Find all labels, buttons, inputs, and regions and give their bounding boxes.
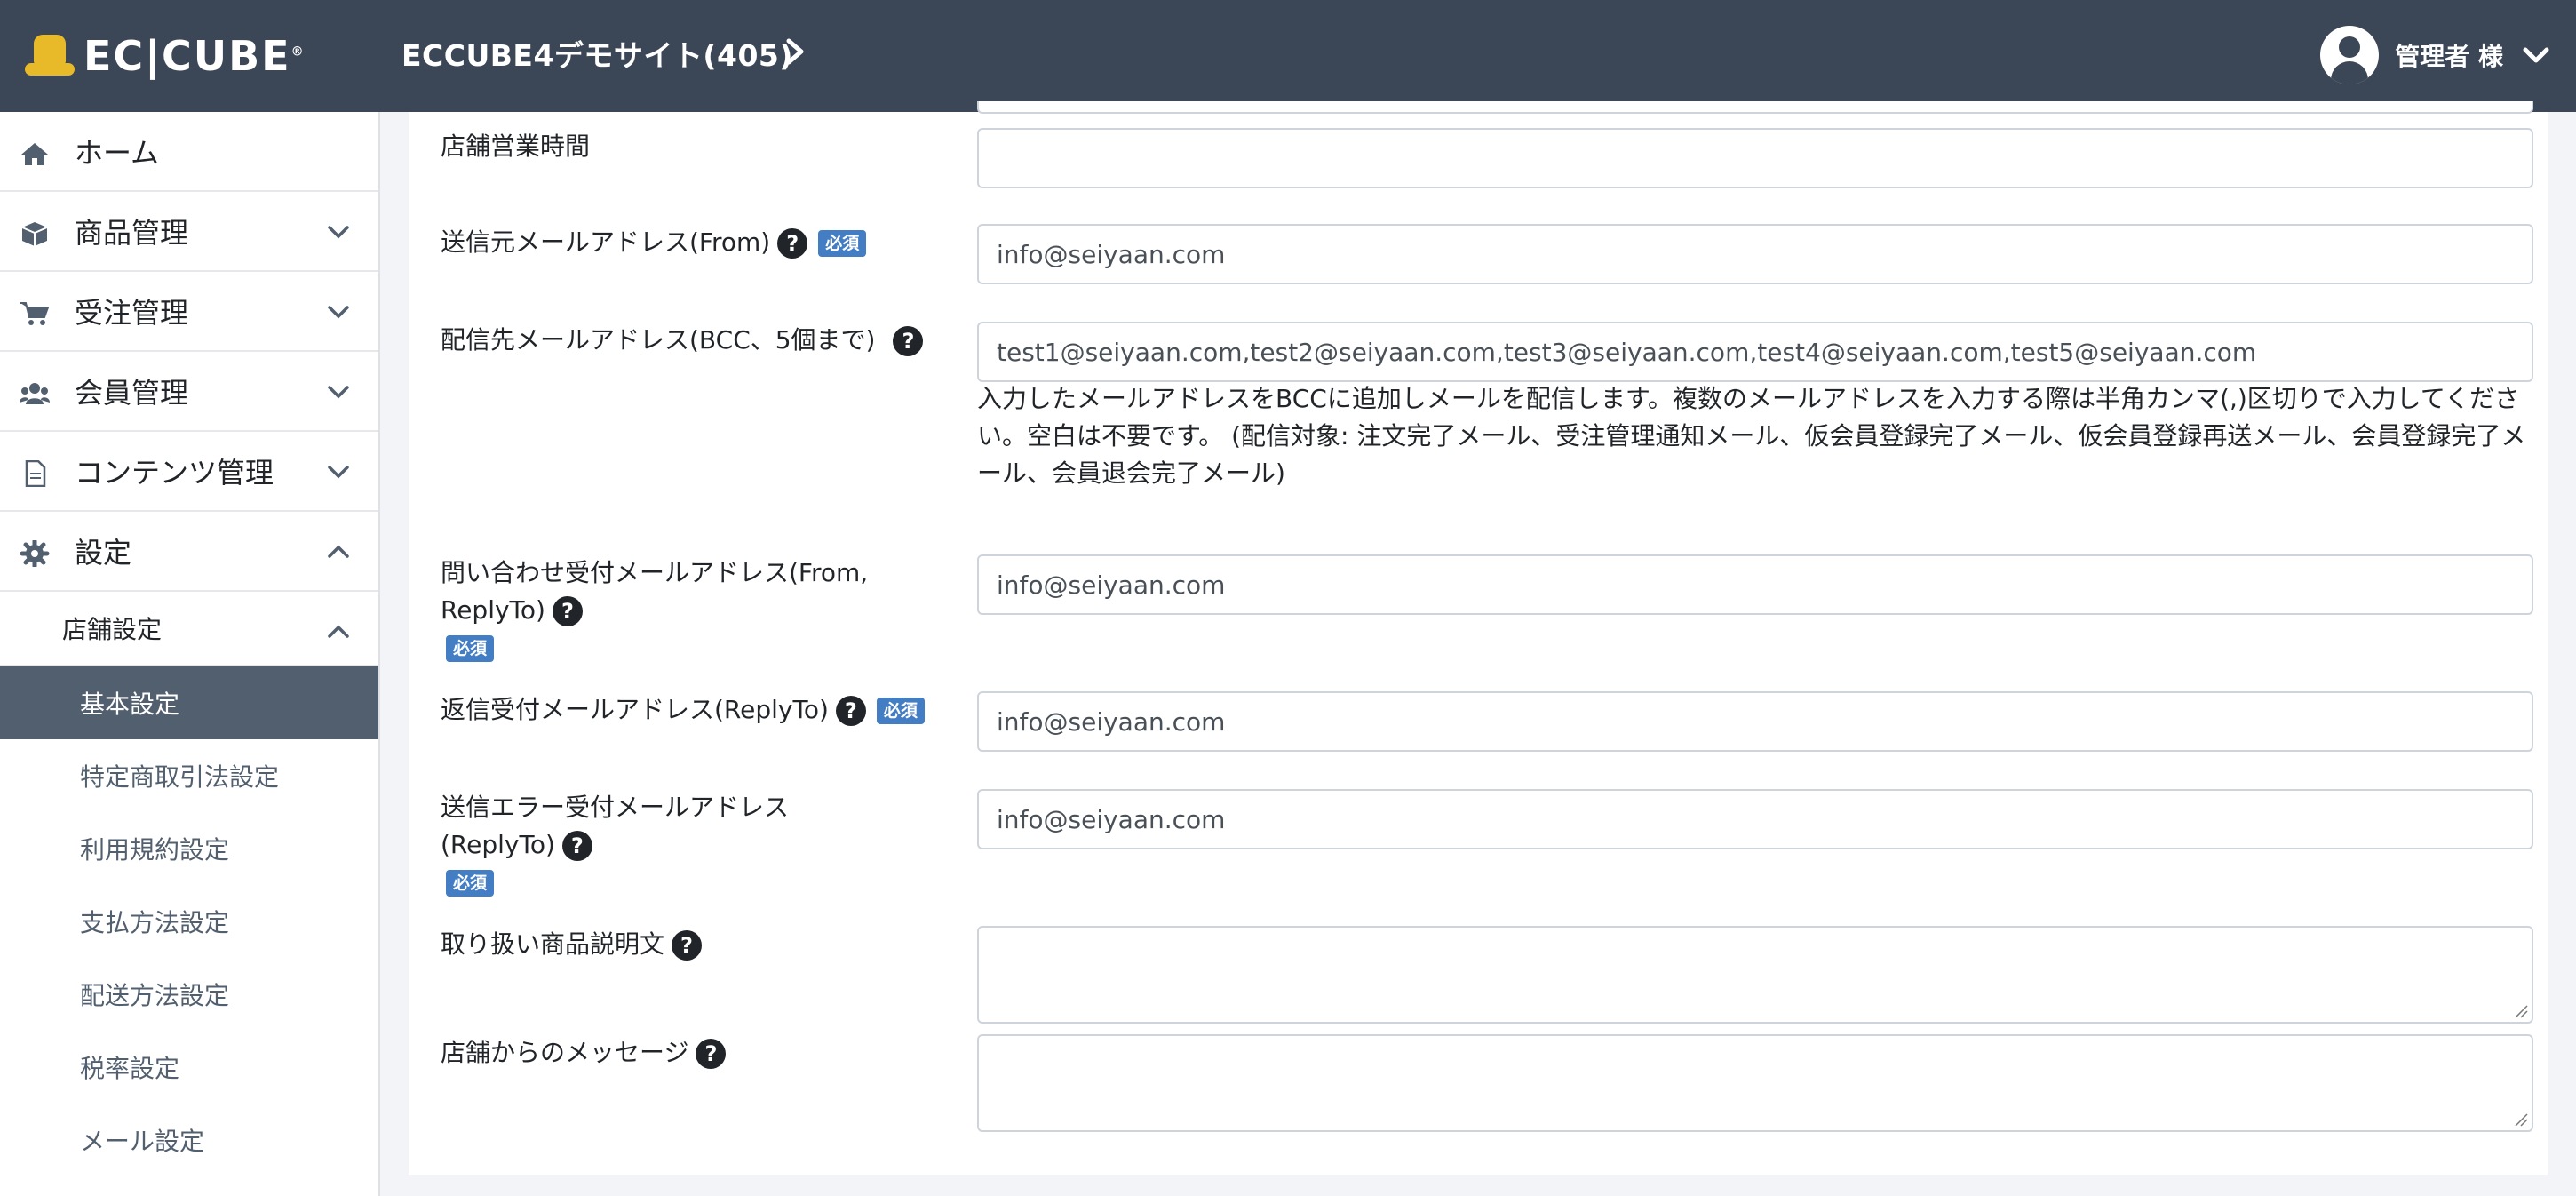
bcc-input[interactable] [977,322,2533,382]
box-icon [21,222,48,246]
sidebar-leaf-delivery[interactable]: 配送方法設定 [0,958,378,1031]
sidebar-sub-shop-settings[interactable]: 店舗設定 [0,592,378,666]
resize-grip-icon[interactable] [2512,1111,2528,1127]
email-from-input[interactable] [977,224,2533,284]
eccube-logo[interactable]: EC|CUBE ® [25,30,306,82]
sidebar-sub-label: 店舗設定 [62,615,163,644]
chevron-down-icon [328,386,349,399]
inquiry-input[interactable] [977,554,2533,615]
help-icon[interactable]: ? [561,831,592,861]
reply-to-label: 返信受付メールアドレス(ReplyTo)? 必須 [441,691,925,729]
file-icon [25,460,46,487]
sidebar-item-label: コンテンツ管理 [75,456,274,490]
resize-grip-icon[interactable] [2512,1002,2528,1018]
required-badge: 必須 [818,230,867,257]
chevron-down-icon [328,306,349,319]
user-name: 管理者 様 [2395,42,2503,71]
sidebar-item-label: 会員管理 [75,376,189,410]
return-path-label: 送信エラー受付メールアドレス (ReplyTo)? 必須 [441,789,789,901]
chevron-down-icon [328,466,349,479]
shop-message-textarea[interactable] [977,1034,2533,1132]
required-badge: 必須 [446,870,495,897]
gear-icon [20,540,50,567]
shop-message-label: 店舗からのメッセージ? [441,1034,727,1072]
sidebar-leaf-mail[interactable]: メール設定 [0,1104,378,1176]
sidebar-item-home[interactable]: ホーム [0,112,378,192]
product-desc-textarea[interactable] [977,926,2533,1024]
sidebar-item-label: 受注管理 [75,296,189,330]
help-icon[interactable]: ? [893,326,924,356]
user-menu[interactable]: 管理者 様 [2320,25,2551,85]
sidebar-item-orders[interactable]: 受注管理 [0,272,378,352]
home-icon [21,143,48,165]
chevron-up-icon [328,625,349,638]
previous-input-edge [977,101,2533,114]
inquiry-label: 問い合わせ受付メールアドレス(From, ReplyTo)? 必須 [441,554,868,666]
sidebar-leaf-label: 税率設定 [80,1054,180,1083]
sidebar-item-products[interactable]: 商品管理 [0,192,378,272]
sidebar-leaf-label: メール設定 [80,1127,205,1156]
help-icon[interactable]: ? [835,696,866,726]
avatar-icon [2320,26,2380,84]
sidebar-leaf-payment[interactable]: 支払方法設定 [0,885,378,958]
sidebar-leaf-tax[interactable]: 税率設定 [0,1031,378,1104]
product-desc-label: 取り扱い商品説明文? [441,926,703,963]
sidebar-leaf-label: 配送方法設定 [80,981,230,1010]
reply-to-input[interactable] [977,691,2533,752]
chevron-down-icon [328,226,349,239]
return-path-input[interactable] [977,789,2533,849]
sidebar-leaf-label: 特定商取引法設定 [80,762,280,792]
bcc-help-text: 入力したメールアドレスをBCCに追加しメールを配信します。複数のメールアドレスを… [977,384,2526,488]
logo-text: EC|CUBE [83,32,291,80]
sidebar-leaf-terms[interactable]: 利用規約設定 [0,812,378,885]
help-icon[interactable]: ? [672,930,703,961]
email-from-label: 送信元メールアドレス(From)? 必須 [441,224,867,261]
users-icon [20,383,50,404]
cart-icon [20,302,50,325]
business-hours-label: 店舗営業時間 [441,132,591,161]
help-icon[interactable]: ? [696,1039,727,1069]
logo-hat-icon [25,33,75,79]
top-header: EC|CUBE ® ECCUBE4デモサイト(405) 管理者 様 [0,0,2576,112]
sidebar-item-members[interactable]: 会員管理 [0,352,378,432]
required-badge: 必須 [446,635,495,662]
sidebar-leaf-basic-settings[interactable]: 基本設定 [0,666,378,739]
sidebar-item-label: 商品管理 [75,216,189,250]
sidebar-item-label: ホーム [75,136,160,170]
required-badge: 必須 [876,698,925,724]
bcc-label: 配信先メールアドレス(BCC、5個まで)? [441,322,924,359]
sidebar-item-label: 設定 [75,536,132,570]
help-icon[interactable]: ? [552,596,583,626]
chevron-right-icon[interactable] [782,34,808,69]
sidebar-leaf-tradelaw[interactable]: 特定商取引法設定 [0,739,378,812]
chevron-up-icon [328,545,349,558]
site-title-link[interactable]: ECCUBE4デモサイト(405) [402,32,793,75]
sidebar-leaf-label: 基本設定 [80,690,180,719]
sidebar: ホーム 商品管理 受注管理 会員管理 コンテンツ管理 設定 店舗設定 基本設定 … [0,112,380,1196]
business-hours-input[interactable] [977,128,2533,188]
sidebar-leaf-label: 支払方法設定 [80,908,230,937]
sidebar-item-settings[interactable]: 設定 [0,512,378,592]
sidebar-item-contents[interactable]: コンテンツ管理 [0,432,378,512]
sidebar-leaf-label: 利用規約設定 [80,835,230,865]
help-icon[interactable]: ? [777,228,808,259]
chevron-down-icon[interactable] [2521,40,2551,70]
